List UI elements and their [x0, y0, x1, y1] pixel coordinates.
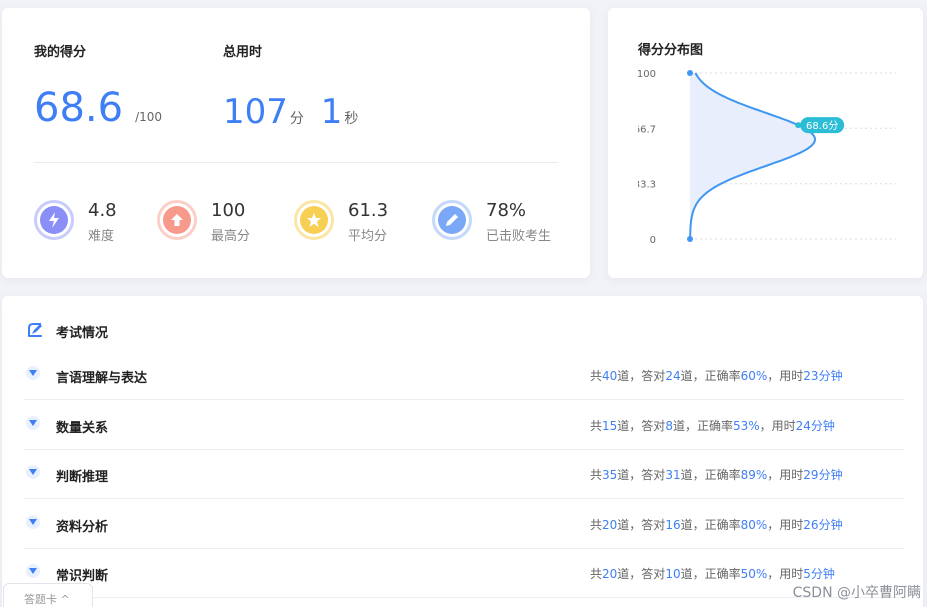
caret-down-icon[interactable] [26, 564, 40, 578]
score-card: 我的得分 68.6/100 总用时 107 分 1秒 4.8 难度 100 最高分 [2, 8, 590, 278]
stat-difficulty-value: 4.8 [88, 200, 117, 221]
y-tick-label: 66.7 [638, 124, 656, 135]
stat-beaten-value: 78% [486, 200, 527, 221]
stat-beaten: 78% 已击败考生 [432, 200, 572, 244]
stat-beaten-label: 已击败考生 [486, 229, 552, 244]
section-row[interactable]: 资料分析 共20道，答对16道，正确率80%，用时26分钟 [24, 501, 904, 549]
score-value-group: 68.6/100 [34, 88, 162, 128]
y-tick-label: 33.3 [638, 180, 656, 191]
section-name: 数量关系 [56, 420, 109, 436]
section-row[interactable]: 常识判断 共20道，答对10道，正确率50%，用时5分钟 [24, 550, 904, 598]
section-name: 言语理解与表达 [56, 371, 148, 386]
y-tick-label: 0 [650, 235, 656, 246]
stat-average-label: 平均分 [348, 229, 388, 244]
section-time: 24分钟 [795, 418, 835, 433]
distribution-card: 得分分布图 100 66.7 33.3 0 68.6分 [608, 8, 923, 278]
section-rate: 53% [732, 418, 760, 433]
section-total: 35 [602, 468, 618, 482]
score-label: 我的得分 [34, 45, 87, 60]
score-max: /100 [135, 110, 163, 124]
end-point [687, 236, 693, 242]
section-total: 20 [602, 517, 618, 532]
section-time: 5分钟 [803, 567, 835, 581]
time-seconds-unit: 秒 [344, 111, 359, 127]
distribution-title: 得分分布图 [638, 43, 704, 58]
time-label: 总用时 [223, 45, 263, 60]
section-correct: 16 [665, 517, 681, 532]
section-correct: 8 [665, 418, 673, 433]
section-time: 26分钟 [803, 517, 843, 532]
section-summary: 共15道，答对8道，正确率53%，用时24分钟 [590, 418, 835, 433]
stat-average: 61.3 平均分 [294, 200, 434, 244]
divider [34, 162, 558, 163]
end-point [687, 70, 693, 76]
caret-down-icon[interactable] [26, 514, 40, 529]
section-total: 40 [602, 369, 618, 383]
section-row[interactable]: 判断推理 共35道，答对31道，正确率89%，用时29分钟 [24, 451, 904, 499]
section-rate: 80% [740, 517, 768, 532]
section-summary: 共20道，答对10道，正确率50%，用时5分钟 [590, 567, 835, 581]
section-correct: 24 [665, 369, 681, 383]
section-row[interactable]: 数量关系 共15道，答对8道，正确率53%，用时24分钟 [24, 402, 904, 450]
section-summary: 共40道，答对24道，正确率60%，用时23分钟 [590, 369, 843, 383]
section-summary: 共20道，答对16道，正确率80%，用时26分钟 [590, 517, 843, 532]
stat-difficulty: 4.8 难度 [34, 200, 174, 244]
watermark: CSDN @小卒曹阿瞒 [792, 585, 921, 601]
stat-average-value: 61.3 [348, 200, 389, 221]
pencil-icon [432, 200, 472, 240]
section-total: 15 [602, 418, 618, 433]
distribution-area [690, 73, 815, 239]
section-row[interactable]: 言语理解与表达 共40道，答对24道，正确率60%，用时23分钟 [24, 352, 904, 400]
stat-highest-label: 最高分 [211, 229, 251, 244]
lightning-icon [34, 200, 74, 240]
section-correct: 31 [665, 468, 681, 482]
star-icon [294, 200, 334, 240]
score-marker-label: 68.6分 [806, 120, 838, 132]
section-rate: 50% [740, 567, 768, 581]
section-total: 20 [602, 567, 618, 581]
stat-difficulty-label: 难度 [88, 229, 115, 244]
time-value-group: 107 分 1秒 [223, 95, 358, 129]
y-tick-label: 100 [638, 69, 656, 80]
exam-card: 考试情况 言语理解与表达 共40道，答对24道，正确率60%，用时23分钟数量关系… [2, 296, 923, 607]
caret-down-icon[interactable] [26, 366, 40, 380]
exam-title: 考试情况 [56, 326, 109, 341]
score-value: 68.6 [34, 85, 124, 131]
section-correct: 10 [665, 567, 681, 581]
stat-highest-value: 100 [211, 200, 246, 221]
section-rate: 89% [740, 468, 768, 482]
section-time: 29分钟 [803, 468, 843, 482]
arrow-up-icon [157, 200, 197, 240]
caret-down-icon[interactable] [26, 465, 40, 479]
answer-card-tab[interactable]: 答题卡 ^ [3, 583, 93, 607]
time-seconds: 1 [320, 92, 343, 132]
stat-highest: 100 最高分 [157, 200, 297, 244]
distribution-chart: 100 66.7 33.3 0 68.6分 [638, 69, 896, 246]
section-name: 常识判断 [56, 569, 109, 584]
edit-icon [28, 323, 42, 337]
section-time: 23分钟 [803, 369, 843, 383]
section-summary: 共35道，答对31道，正确率89%，用时29分钟 [590, 468, 843, 482]
time-minutes-unit: 分 [289, 111, 304, 127]
caret-down-icon[interactable] [26, 415, 40, 430]
section-name: 判断推理 [56, 470, 109, 485]
time-minutes: 107 [223, 92, 288, 132]
section-name: 资料分析 [56, 519, 109, 535]
section-rate: 60% [740, 369, 768, 383]
